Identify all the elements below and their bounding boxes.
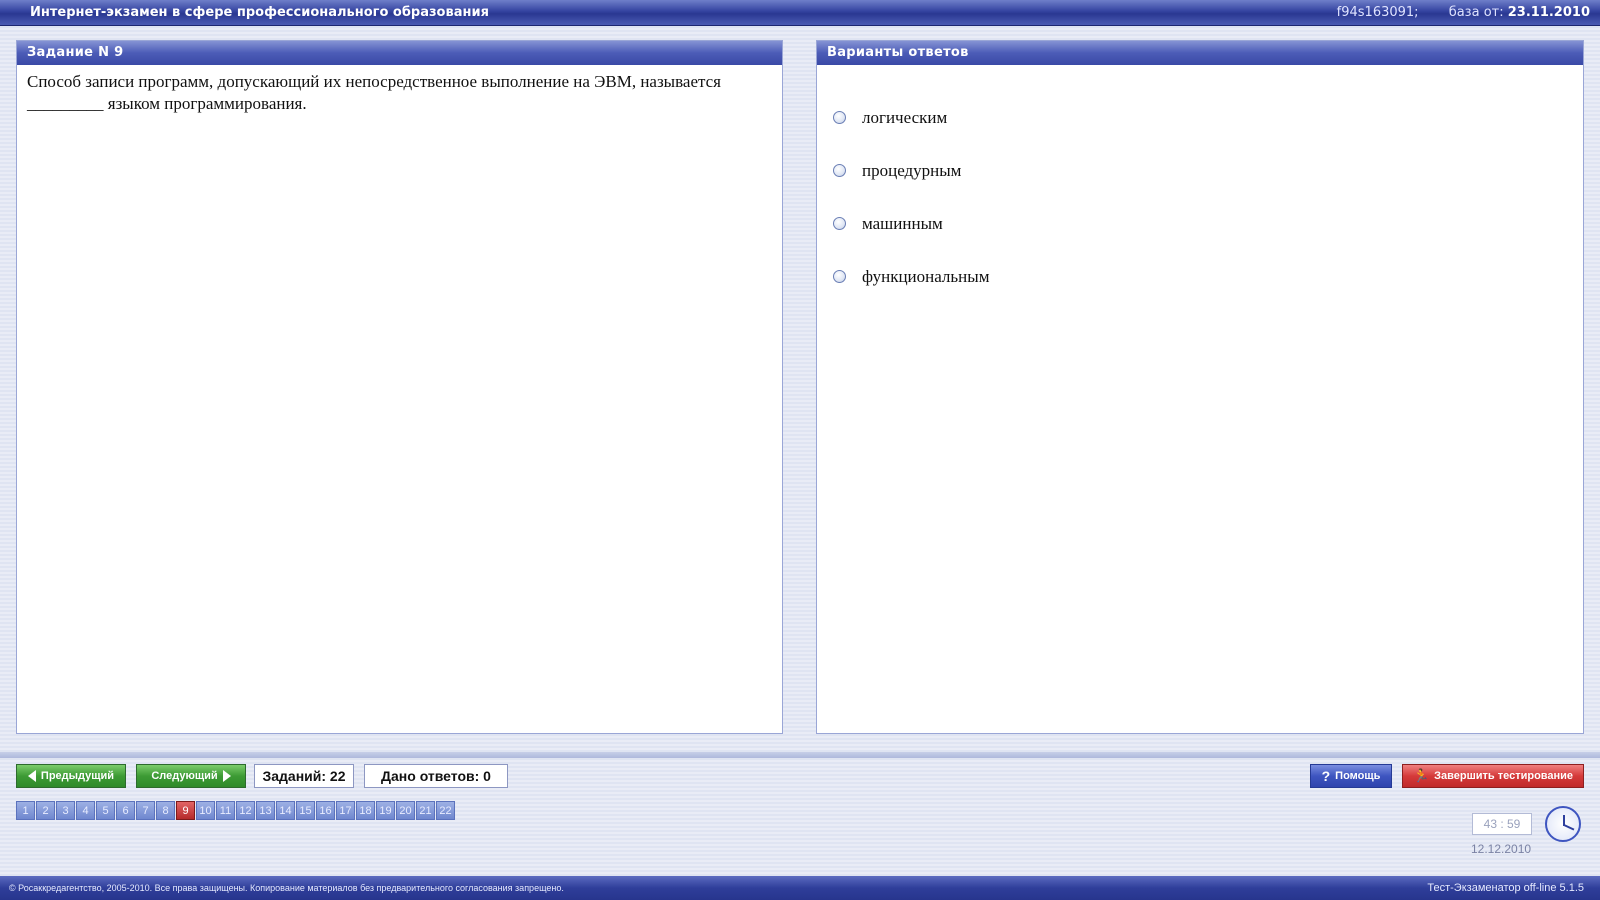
- current-date: 12.12.2010: [1471, 842, 1532, 856]
- title-bar: Интернет-экзамен в сфере профессионально…: [0, 0, 1600, 26]
- page-6[interactable]: 6: [116, 801, 135, 820]
- db-label: база от:: [1448, 5, 1504, 20]
- page-16[interactable]: 16: [316, 801, 335, 820]
- question-mark-icon: ?: [1321, 768, 1331, 784]
- question-panel: Задание N 9 Способ записи программ, допу…: [16, 40, 783, 734]
- arrow-right-icon: [222, 770, 231, 782]
- radio-button[interactable]: [833, 217, 846, 230]
- page-18[interactable]: 18: [356, 801, 375, 820]
- page-4[interactable]: 4: [76, 801, 95, 820]
- app-title: Интернет-экзамен в сфере профессионально…: [30, 5, 489, 20]
- radio-button[interactable]: [833, 164, 846, 177]
- answers-header: Варианты ответов: [817, 41, 1583, 65]
- clock-minute-hand: [1563, 824, 1575, 831]
- page-21[interactable]: 21: [416, 801, 435, 820]
- question-text: Способ записи программ, допускающий их н…: [27, 72, 721, 113]
- answer-list: логическим процедурным машинным функцион…: [817, 65, 1583, 303]
- answer-label[interactable]: функциональным: [862, 267, 989, 287]
- answer-label[interactable]: процедурным: [862, 161, 961, 181]
- answer-option[interactable]: функциональным: [817, 250, 1583, 303]
- page-17[interactable]: 17: [336, 801, 355, 820]
- radio-button[interactable]: [833, 270, 846, 283]
- page-20[interactable]: 20: [396, 801, 415, 820]
- timer-display: 43 : 59: [1472, 813, 1532, 835]
- running-man-icon: 🏃: [1412, 768, 1430, 783]
- footer-bar: © Росаккредагентство, 2005-2010. Все пра…: [0, 876, 1600, 900]
- title-info: f94s163091; база от: 23.11.2010: [1337, 5, 1590, 20]
- page-1[interactable]: 1: [16, 801, 35, 820]
- page-11[interactable]: 11: [216, 801, 235, 820]
- next-label: Следующий: [151, 770, 218, 782]
- clock-icon: [1545, 806, 1581, 842]
- page-12[interactable]: 12: [236, 801, 255, 820]
- bottom-divider: [0, 752, 1600, 758]
- answer-label[interactable]: логическим: [862, 108, 947, 128]
- page-9-current[interactable]: 9: [176, 801, 195, 820]
- next-button[interactable]: Следующий: [136, 764, 246, 788]
- question-header: Задание N 9: [17, 41, 782, 65]
- answer-label[interactable]: машинным: [862, 214, 943, 234]
- page-3[interactable]: 3: [56, 801, 75, 820]
- copyright-text: © Росаккредагентство, 2005-2010. Все пра…: [9, 883, 564, 893]
- page-5[interactable]: 5: [96, 801, 115, 820]
- answer-option[interactable]: логическим: [817, 91, 1583, 144]
- page-19[interactable]: 19: [376, 801, 395, 820]
- prev-label: Предыдущий: [40, 770, 115, 782]
- page-15[interactable]: 15: [296, 801, 315, 820]
- page-7[interactable]: 7: [136, 801, 155, 820]
- finish-button[interactable]: 🏃 Завершить тестирование: [1402, 764, 1584, 788]
- finish-label: Завершить тестирование: [1434, 770, 1574, 782]
- prev-button[interactable]: Предыдущий: [16, 764, 126, 788]
- page-2[interactable]: 2: [36, 801, 55, 820]
- page-14[interactable]: 14: [276, 801, 295, 820]
- question-pager: 1 2 3 4 5 6 7 8 9 10 11 12 13 14 15 16 1…: [16, 801, 455, 820]
- help-label: Помощь: [1335, 770, 1381, 782]
- help-button[interactable]: ? Помощь: [1310, 764, 1392, 788]
- answer-option[interactable]: процедурным: [817, 144, 1583, 197]
- arrow-left-icon: [27, 770, 36, 782]
- session-code: f94s163091;: [1336, 5, 1419, 20]
- answer-option[interactable]: машинным: [817, 197, 1583, 250]
- version-text: Тест-Экзаменатор off-line 5.1.5: [1427, 882, 1584, 894]
- tasks-counter: Заданий: 22: [254, 764, 354, 788]
- page-13[interactable]: 13: [256, 801, 275, 820]
- answered-counter: Дано ответов: 0: [364, 764, 508, 788]
- page-22[interactable]: 22: [436, 801, 455, 820]
- radio-button[interactable]: [833, 111, 846, 124]
- db-date: 23.11.2010: [1507, 5, 1590, 20]
- page-8[interactable]: 8: [156, 801, 175, 820]
- answers-panel: Варианты ответов логическим процедурным …: [816, 40, 1584, 734]
- page-10[interactable]: 10: [196, 801, 215, 820]
